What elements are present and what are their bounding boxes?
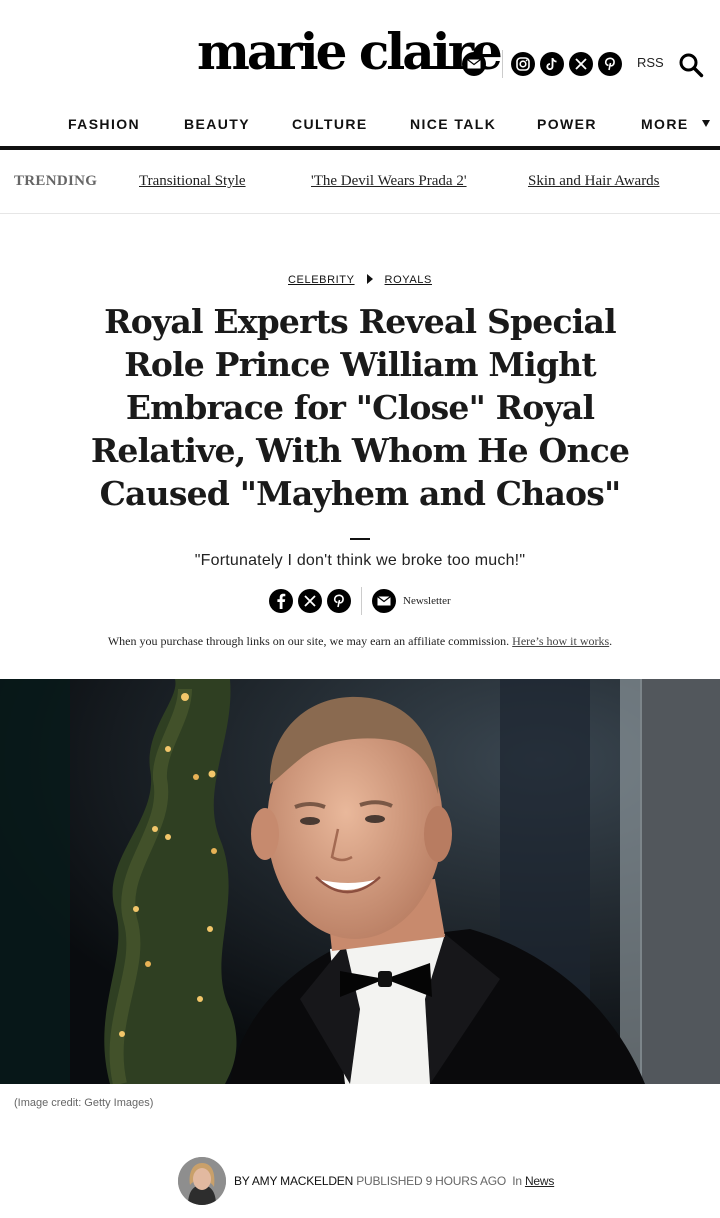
trending-link-devil-wears-prada[interactable]: 'The Devil Wears Prada 2' [311, 173, 467, 190]
breadcrumb-arrow-icon [366, 274, 373, 284]
nav-item-nice-talk[interactable]: NICE TALK [410, 116, 496, 132]
newsletter-link[interactable]: Newsletter [403, 595, 451, 607]
byline-author[interactable]: BY AMY MACKELDEN [234, 1174, 353, 1188]
share-facebook-icon[interactable] [269, 589, 293, 613]
nav-item-power[interactable]: POWER [537, 116, 597, 132]
nav-item-beauty[interactable]: BEAUTY [184, 116, 250, 132]
pinterest-icon[interactable] [598, 52, 622, 76]
nav-item-fashion[interactable]: FASHION [68, 116, 140, 132]
header-divider [502, 50, 503, 78]
affiliate-disclaimer: When you purchase through links on our s… [0, 634, 720, 649]
affiliate-period: . [609, 634, 613, 648]
article-strapline: "Fortunately I don't think we broke too … [194, 552, 526, 569]
breadcrumb-royals[interactable]: ROYALS [385, 274, 432, 286]
share-divider [361, 587, 362, 615]
trending-label: TRENDING [14, 173, 98, 189]
page-title: Royal Experts Reveal Special Role Prince… [90, 302, 630, 513]
nav-item-more-label: MORE [641, 116, 689, 132]
author-avatar[interactable] [178, 1157, 226, 1205]
logo-envelope-icon[interactable] [462, 52, 486, 76]
instagram-icon[interactable] [511, 52, 535, 76]
trending-link-transitional-style[interactable]: Transitional Style [139, 173, 246, 190]
nav-item-culture[interactable]: CULTURE [292, 116, 368, 132]
affiliate-how-it-works-link[interactable]: Here’s how it works [512, 634, 609, 648]
share-x-icon[interactable] [298, 589, 322, 613]
byline-published: PUBLISHED 9 HOURS AGO [356, 1174, 507, 1188]
breadcrumb: CELEBRITY ROYALS [0, 274, 720, 286]
rss-link[interactable]: RSS [637, 55, 664, 70]
title-divider [350, 538, 370, 540]
newsletter-envelope-icon[interactable] [372, 589, 396, 613]
main-nav: FASHION BEAUTY CULTURE NICE TALK POWER M… [0, 104, 720, 144]
nav-item-more[interactable]: MORE [641, 116, 710, 132]
byline-category-link[interactable]: News [525, 1174, 554, 1188]
search-icon[interactable] [678, 52, 704, 78]
byline-in-label: In [512, 1174, 522, 1188]
hero-image [0, 679, 720, 1084]
hero-photo-illustration [0, 679, 720, 1084]
share-pinterest-icon[interactable] [327, 589, 351, 613]
article-byline: BY AMY MACKELDEN PUBLISHED 9 HOURS AGO I… [234, 1174, 554, 1188]
image-credit: (Image credit: Getty Images) [14, 1097, 154, 1109]
tiktok-icon[interactable] [540, 52, 564, 76]
breadcrumb-celebrity[interactable]: CELEBRITY [288, 274, 355, 286]
trending-bar: TRENDING Transitional Style 'The Devil W… [0, 150, 720, 214]
affiliate-text: When you purchase through links on our s… [107, 634, 510, 648]
trending-link-skin-hair-awards[interactable]: Skin and Hair Awards [528, 173, 660, 190]
chevron-down-icon [701, 120, 710, 127]
site-header: marie claire RSS [0, 0, 720, 100]
x-icon[interactable] [569, 52, 593, 76]
site-logo[interactable]: marie claire [197, 24, 503, 80]
